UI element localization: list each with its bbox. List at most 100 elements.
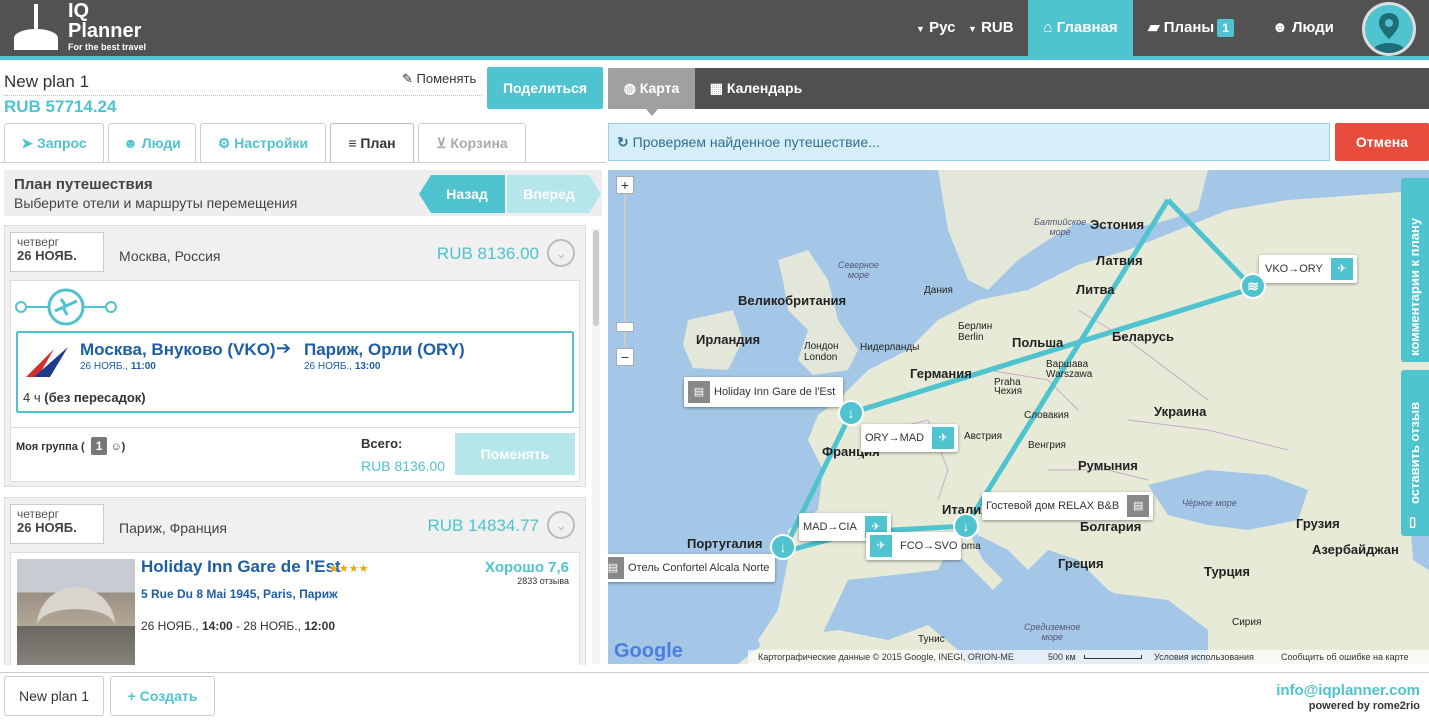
zoom-control: + −	[616, 176, 634, 366]
tab-request[interactable]: ➤ Запрос	[4, 123, 104, 163]
tab-request-label: Запрос	[36, 135, 87, 151]
plan-tab-new-plan-1[interactable]: New plan 1	[4, 676, 104, 716]
tab-people-label: Люди	[141, 135, 181, 151]
zoom-slider[interactable]	[616, 322, 634, 332]
country-latvia: Латвия	[1096, 253, 1143, 268]
next-button[interactable]: Вперед	[507, 175, 601, 213]
map[interactable]: Эстония Латвия Литва Великобритания Ирла…	[608, 170, 1429, 664]
language-label: Рус	[929, 19, 956, 36]
feedback-side-tab[interactable]: оставить отзыв ▯	[1401, 370, 1429, 536]
hotel-date-from: 26 НОЯБ.,	[141, 619, 199, 633]
flight-to: Париж, Орли (ORY)	[304, 340, 465, 359]
rename-plan-link[interactable]: ✎ Поменять	[402, 71, 476, 87]
day-card: четверг 26 НОЯБ. Москва, Россия RUB 8136.…	[4, 225, 586, 487]
chevron-down-icon[interactable]: ⌄	[547, 511, 575, 539]
zoom-out-button[interactable]: −	[616, 348, 634, 366]
group-label-text: Моя группа (	[16, 441, 85, 453]
caret-down-icon: ▼	[968, 24, 977, 34]
zoom-in-button[interactable]: +	[616, 176, 634, 194]
logo[interactable]: IQ Planner For the best travel	[12, 0, 172, 56]
scrollbar[interactable]	[592, 228, 600, 664]
hotel-marker-label: Отель Confortel Alcala Norte	[628, 562, 770, 574]
trip-title: План путешествия	[14, 176, 153, 193]
tab-calendar[interactable]: ▦ Календарь	[700, 68, 812, 109]
tab-people[interactable]: ☻ Люди	[108, 123, 196, 163]
day-card: четверг 26 НОЯБ. Париж, Франция RUB 14834…	[4, 497, 586, 665]
country-slovakia: Словакия	[1024, 410, 1069, 421]
back-button[interactable]: Назад	[419, 175, 505, 213]
contact-email[interactable]: info@iqplanner.com	[1276, 682, 1420, 699]
home-icon: ⌂	[1043, 19, 1053, 36]
create-plan-button[interactable]: + Создать	[110, 676, 215, 716]
pencil-icon: ✎	[402, 71, 413, 86]
map-report-link[interactable]: Сообщить об ошибке на карте	[1281, 650, 1408, 664]
hotel-marker-paris[interactable]: ▤ Holiday Inn Gare de l'Est	[684, 377, 844, 407]
nav-home[interactable]: ⌂ Главная	[1028, 0, 1133, 56]
map-attribution: Картографические данные © 2015 Google, I…	[758, 652, 1014, 662]
list-icon: ≡	[348, 135, 357, 151]
day-city: Париж, Франция	[119, 520, 227, 536]
location-pin-moscow-icon[interactable]: ≋	[1240, 273, 1266, 299]
tab-settings[interactable]: ⚙ Настройки	[200, 123, 326, 163]
country-belarus: Беларусь	[1112, 329, 1174, 344]
plan-days-list[interactable]: четверг 26 НОЯБ. Москва, Россия RUB 8136.…	[4, 225, 602, 665]
flight-marker-fco-svo[interactable]: ✈ FCO→SVO	[866, 532, 962, 560]
feedback-side-label: оставить отзыв	[1407, 401, 1422, 504]
tab-plan[interactable]: ≡ План	[330, 123, 414, 163]
group-label: Моя группа ( 1 ☺)	[16, 437, 126, 455]
avatar[interactable]	[1362, 2, 1416, 56]
hotel-reviews: 2833 отзыва	[517, 576, 569, 586]
nav-plans[interactable]: ▰ Планы 1	[1148, 0, 1234, 56]
hotel-address: 5 Rue Du 8 Mai 1945, Paris, Париж	[141, 587, 338, 601]
arr-datetime: 26 НОЯБ., 13:00	[304, 361, 380, 372]
currency-dropdown[interactable]: ▼ RUB	[968, 0, 1014, 56]
comments-side-tab[interactable]: комментарии к плану	[1401, 178, 1429, 362]
location-pin-rome-icon[interactable]: ↓	[953, 513, 979, 539]
hotel-photo[interactable]	[17, 559, 135, 665]
flight-card: Москва, Внуково (VKO) ➔ Париж, Орли (ORY…	[10, 280, 580, 482]
dep-date: 26 НОЯБ.,	[80, 361, 129, 372]
flight-marker-ory-mad[interactable]: ORY→MAD ✈	[861, 424, 959, 452]
flight-marker-vko-ory[interactable]: VKO→ORY ✈	[1259, 255, 1357, 283]
language-dropdown[interactable]: ▼ Рус	[916, 0, 955, 56]
country-ukraine: Украина	[1154, 404, 1207, 419]
change-flight-button[interactable]: Поменять	[455, 433, 575, 475]
rename-label: Поменять	[416, 71, 477, 86]
flight-option[interactable]: Москва, Внуково (VKO) ➔ Париж, Орли (ORY…	[16, 331, 574, 413]
location-pin-paris-icon[interactable]: ↓	[838, 400, 864, 426]
plane-icon: ✈	[932, 427, 955, 449]
plan-title-underline	[4, 95, 482, 96]
country-denmark: Дания	[924, 285, 953, 296]
logo-line-1: IQ	[68, 0, 90, 22]
country-portugal: Португалия	[687, 536, 763, 551]
chevron-down-icon[interactable]: ⌄	[547, 239, 575, 267]
tab-cart[interactable]: ⊻ Корзина	[418, 123, 526, 163]
scrollbar-thumb[interactable]	[593, 230, 599, 326]
dep-datetime: 26 НОЯБ., 11:00	[80, 361, 156, 372]
country-georgia: Грузия	[1296, 516, 1340, 531]
nav-people-label: Люди	[1291, 19, 1334, 36]
note-icon: ▯	[1409, 514, 1417, 529]
arr-time: 13:00	[354, 361, 381, 372]
nav-people[interactable]: ☻ Люди	[1272, 0, 1334, 56]
location-pin-madrid-icon[interactable]: ↓	[770, 534, 796, 560]
country-uk: Великобритания	[738, 293, 847, 308]
date-chip: четверг 26 НОЯБ.	[10, 232, 104, 272]
powered-by: powered by rome2rio	[1308, 700, 1420, 712]
hotel-name[interactable]: Holiday Inn Gare de l'Est	[141, 557, 341, 577]
share-button[interactable]: Поделиться	[487, 67, 603, 109]
flight-marker-label: MAD→CIA	[803, 521, 857, 533]
weekday: четверг	[17, 507, 59, 521]
create-label: Создать	[139, 688, 198, 704]
paper-plane-icon: ➤	[21, 135, 34, 151]
hotel-card[interactable]: Holiday Inn Gare de l'Est ★★★★ Хорошо 7,…	[10, 552, 580, 665]
cancel-button[interactable]: Отмена	[1335, 123, 1429, 161]
map-terms-link[interactable]: Условия использования	[1154, 650, 1254, 664]
caret-down-icon: ▼	[916, 24, 925, 34]
country-bulgaria: Болгария	[1080, 519, 1142, 534]
hotel-marker-madrid[interactable]: ▤ Отель Confortel Alcala Norte	[608, 554, 776, 582]
tab-map[interactable]: ◍ Карта	[608, 68, 695, 109]
hotel-marker-rome[interactable]: Гостевой дом RELAX B&B ▤	[982, 492, 1154, 520]
sea-black: Чёрное море	[1182, 498, 1237, 508]
hotel-marker-label: Holiday Inn Gare de l'Est	[714, 386, 836, 398]
